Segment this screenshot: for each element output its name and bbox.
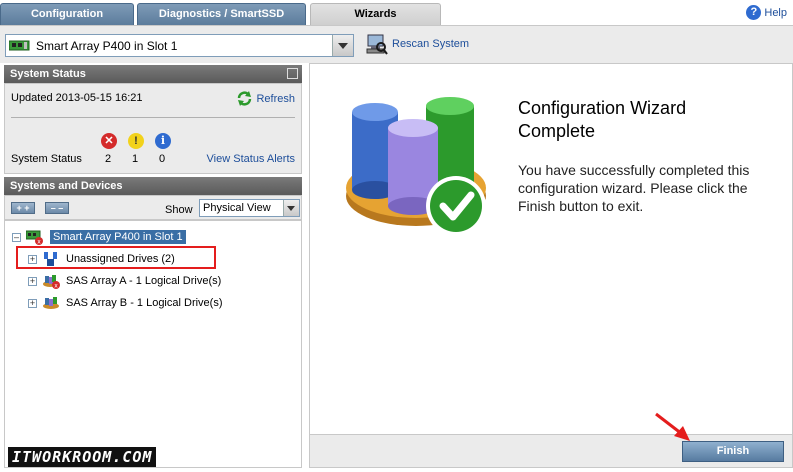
- wizard-complete-icon: [346, 97, 486, 236]
- systems-devices-title: Systems and Devices: [10, 180, 123, 192]
- tab-bar: Configuration Diagnostics / SmartSSD Wiz…: [0, 0, 793, 25]
- divider: [11, 117, 295, 118]
- info-count: 0: [159, 153, 166, 165]
- help-icon: ?: [746, 5, 762, 20]
- tree-item-sas-array-a[interactable]: + x SAS Array A - 1 Logical Drive(s): [28, 272, 221, 290]
- system-status-label: System Status: [11, 153, 82, 165]
- rescan-system-label: Rescan System: [392, 38, 470, 50]
- watermark: ITWORKROOM.COM: [8, 447, 157, 467]
- refresh-link[interactable]: Refresh: [236, 90, 295, 107]
- wizard-title-line1: Configuration Wizard: [518, 98, 687, 118]
- svg-text:x: x: [54, 283, 58, 290]
- info-icon: i: [155, 133, 171, 149]
- array-error-icon: x: [43, 275, 60, 290]
- rescan-icon: [366, 34, 388, 55]
- view-status-alerts-link[interactable]: View Status Alerts: [207, 153, 295, 165]
- annotation-arrow-icon: [655, 412, 690, 441]
- wizard-title-line2: Complete: [518, 121, 596, 141]
- tree-item-label: SAS Array B - 1 Logical Drive(s): [66, 297, 223, 309]
- show-label: Show: [165, 204, 193, 216]
- wizard-message: You have successfully completed this con…: [518, 162, 750, 214]
- system-status-header: System Status: [4, 65, 302, 83]
- system-status-title: System Status: [10, 68, 86, 80]
- error-icon: ✕: [101, 133, 117, 149]
- chevron-down-icon[interactable]: [283, 200, 299, 216]
- systems-devices-toolbar: + + – – Show Physical View: [4, 195, 302, 220]
- view-select[interactable]: Physical View: [199, 199, 300, 217]
- tree-item-label: Smart Array P400 in Slot 1: [50, 230, 186, 244]
- tab-configuration[interactable]: Configuration: [0, 3, 134, 25]
- tab-wizards[interactable]: Wizards: [310, 3, 441, 25]
- warning-icon: !: [128, 133, 144, 149]
- tree-item-sas-array-b[interactable]: + SAS Array B - 1 Logical Drive(s): [28, 294, 223, 312]
- tree-item-label: SAS Array A - 1 Logical Drive(s): [66, 275, 222, 287]
- collapse-all-button[interactable]: – –: [45, 202, 69, 214]
- chevron-down-icon[interactable]: [332, 35, 353, 56]
- view-select-value: Physical View: [203, 202, 271, 214]
- controller-error-icon: x: [26, 230, 43, 246]
- finish-button[interactable]: Finish: [682, 441, 784, 462]
- array-icon: [43, 297, 59, 309]
- warning-count: 1: [132, 153, 139, 165]
- toolbar: Smart Array P400 in Slot 1 Rescan System: [0, 25, 793, 63]
- collapse-toggle[interactable]: –: [12, 232, 21, 242]
- tree-item-controller[interactable]: – x Smart Array P400 in Slot 1: [12, 228, 186, 246]
- refresh-icon: [238, 91, 252, 106]
- controller-card-icon: [9, 40, 30, 51]
- wizard-title: Configuration Wizard Complete: [518, 97, 768, 143]
- controller-select-value: Smart Array P400 in Slot 1: [36, 39, 178, 53]
- help-label: Help: [764, 6, 787, 19]
- systems-devices-header: Systems and Devices: [4, 177, 302, 195]
- expand-toggle[interactable]: +: [28, 276, 37, 286]
- updated-timestamp: Updated 2013-05-15 16:21: [11, 92, 143, 104]
- expand-all-button[interactable]: + +: [11, 202, 35, 214]
- error-count: 2: [105, 153, 112, 165]
- highlight-box: [16, 246, 216, 269]
- controller-select[interactable]: Smart Array P400 in Slot 1: [5, 34, 354, 57]
- svg-text:x: x: [37, 239, 41, 246]
- collapse-panel-icon[interactable]: [287, 68, 298, 79]
- wizard-footer: Finish: [310, 434, 792, 467]
- system-status-panel: Updated 2013-05-15 16:21 Refresh ✕ ! i S…: [4, 83, 302, 174]
- refresh-label: Refresh: [256, 92, 295, 105]
- help-link[interactable]: ? Help: [746, 5, 787, 20]
- rescan-system-link[interactable]: Rescan System: [366, 33, 469, 55]
- wizard-panel: Configuration Wizard Complete You have s…: [309, 63, 793, 468]
- expand-toggle[interactable]: +: [28, 298, 37, 308]
- tab-diagnostics[interactable]: Diagnostics / SmartSSD: [137, 3, 306, 25]
